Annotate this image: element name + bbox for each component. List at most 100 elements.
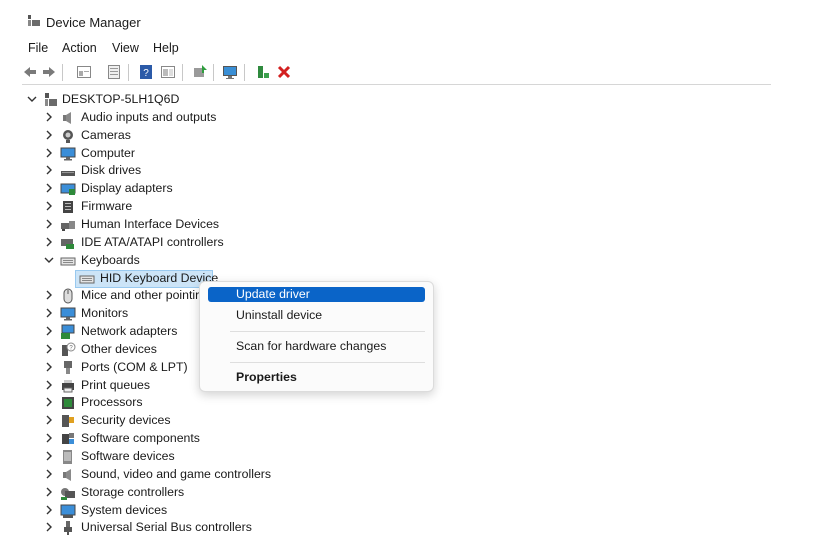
tree-category-label: Mice and other pointir: [81, 288, 200, 303]
tree-category-label: Storage controllers: [81, 484, 185, 499]
port-icon: [64, 360, 72, 374]
chevron-right-icon[interactable]: [44, 112, 54, 122]
update-driver-icon[interactable]: [192, 64, 208, 80]
chevron-right-icon[interactable]: [44, 380, 54, 390]
chevron-right-icon[interactable]: [44, 290, 54, 300]
enable-device-icon[interactable]: [255, 64, 271, 80]
tree-category-label: Other devices: [81, 341, 157, 356]
scan-hardware-label: Scan for hardware changes: [236, 339, 387, 353]
chevron-right-icon[interactable]: [44, 130, 54, 140]
toolbar-separator: [244, 64, 245, 81]
processor-icon: [62, 397, 74, 410]
forward-icon[interactable]: [41, 64, 57, 80]
toolbar-separator: [213, 64, 214, 81]
menu-file[interactable]: File: [28, 41, 48, 55]
system-device-icon: [60, 504, 76, 518]
chevron-right-icon[interactable]: [44, 487, 54, 497]
tree-category[interactable]: Audio inputs and outputs: [0, 109, 770, 127]
tree-category-label: Monitors: [81, 306, 129, 321]
tree-category[interactable]: IDE ATA/ATAPI controllers: [0, 234, 770, 252]
properties-view-icon[interactable]: [76, 64, 92, 80]
tree-category-label: Human Interface Devices: [81, 216, 220, 231]
sound-controller-icon: [63, 468, 71, 481]
computer-root-icon: [45, 93, 57, 106]
tree-category[interactable]: Software devices: [0, 448, 770, 466]
unknown-device-icon: ?: [62, 342, 76, 356]
disk-drive-icon: [61, 171, 75, 177]
tree-category-label: Cameras: [81, 127, 131, 142]
chevron-right-icon[interactable]: [44, 522, 54, 532]
tree-category[interactable]: Security devices: [0, 412, 770, 430]
chevron-right-icon[interactable]: [44, 237, 54, 247]
help-icon[interactable]: ?: [138, 64, 154, 80]
chevron-right-icon[interactable]: [44, 201, 54, 211]
chevron-right-icon[interactable]: [44, 451, 54, 461]
chevron-down-icon[interactable]: [44, 255, 54, 265]
tree-category[interactable]: Cameras: [0, 127, 770, 145]
chevron-right-icon[interactable]: [44, 362, 54, 372]
tree-category[interactable]: Firmware: [0, 198, 770, 216]
usb-icon: [64, 521, 72, 536]
menu-action[interactable]: Action: [62, 41, 97, 55]
menu-view[interactable]: View: [112, 41, 139, 55]
tree-category[interactable]: Processors: [0, 394, 770, 412]
scan-hardware-menu-item[interactable]: Scan for hardware changes: [208, 339, 425, 354]
chevron-right-icon[interactable]: [44, 469, 54, 479]
chevron-down-icon[interactable]: [27, 94, 37, 104]
tree-category[interactable]: Software components: [0, 430, 770, 448]
tree-category-label: Print queues: [81, 377, 151, 392]
scan-hardware-icon[interactable]: [222, 64, 238, 80]
back-icon[interactable]: [22, 64, 38, 80]
tree-category[interactable]: Human Interface Devices: [0, 216, 770, 234]
tree-category[interactable]: Display adapters: [0, 180, 770, 198]
show-hidden-icon[interactable]: [106, 64, 122, 80]
toolbar-separator: [182, 64, 183, 81]
chevron-right-icon[interactable]: [44, 308, 54, 318]
update-driver-menu-item[interactable]: Update driver: [208, 287, 425, 302]
uninstall-icon[interactable]: [276, 64, 292, 80]
hid-icon: [61, 220, 75, 231]
tree-category[interactable]: Computer: [0, 145, 770, 163]
network-adapter-icon: [61, 324, 75, 340]
tree-category[interactable]: Sound, video and game controllers: [0, 466, 770, 484]
tree-category-label: Network adapters: [81, 324, 178, 339]
camera-icon: [63, 129, 73, 143]
action-view-icon[interactable]: [160, 64, 176, 80]
tree-category[interactable]: Storage controllers: [0, 484, 770, 502]
chevron-right-icon[interactable]: [44, 344, 54, 354]
ide-controller-icon: [61, 238, 74, 249]
chevron-right-icon[interactable]: [44, 219, 54, 229]
firmware-icon: [63, 201, 73, 214]
chevron-right-icon[interactable]: [44, 415, 54, 425]
menu-separator: [230, 331, 425, 332]
tree-root[interactable]: DESKTOP-5LH1Q6D: [0, 91, 770, 109]
menu-help[interactable]: Help: [153, 41, 179, 55]
chevron-right-icon[interactable]: [44, 148, 54, 158]
storage-controller-icon: [61, 487, 75, 500]
keyboard-icon: [60, 257, 76, 266]
tree-category-label: Firmware: [81, 199, 133, 214]
tree-category-label: Display adapters: [81, 181, 173, 196]
window-title: Device Manager: [46, 15, 141, 30]
tree-category-label: Ports (COM & LPT): [81, 359, 188, 374]
chevron-right-icon[interactable]: [44, 165, 54, 175]
tree-category-label: Universal Serial Bus controllers: [81, 520, 252, 535]
tree-category[interactable]: System devices: [0, 502, 770, 520]
uninstall-device-menu-item[interactable]: Uninstall device: [208, 308, 425, 323]
chevron-right-icon[interactable]: [44, 505, 54, 515]
properties-menu-item[interactable]: Properties: [208, 370, 425, 385]
tree-category-label: Computer: [81, 145, 135, 160]
chevron-right-icon[interactable]: [44, 433, 54, 443]
svg-text:?: ?: [143, 68, 149, 79]
tree-category-label: Sound, video and game controllers: [81, 466, 272, 481]
chevron-right-icon[interactable]: [44, 397, 54, 407]
security-device-icon: [62, 415, 74, 428]
chevron-right-icon[interactable]: [44, 326, 54, 336]
chevron-right-icon[interactable]: [44, 183, 54, 193]
tree-category[interactable]: Universal Serial Bus controllers: [0, 519, 770, 537]
software-device-icon: [63, 450, 72, 464]
tree-category[interactable]: Keyboards: [0, 252, 770, 270]
properties-label: Properties: [236, 370, 297, 384]
tree-category[interactable]: Disk drives: [0, 162, 770, 180]
tree-category-label: Software devices: [81, 449, 175, 463]
